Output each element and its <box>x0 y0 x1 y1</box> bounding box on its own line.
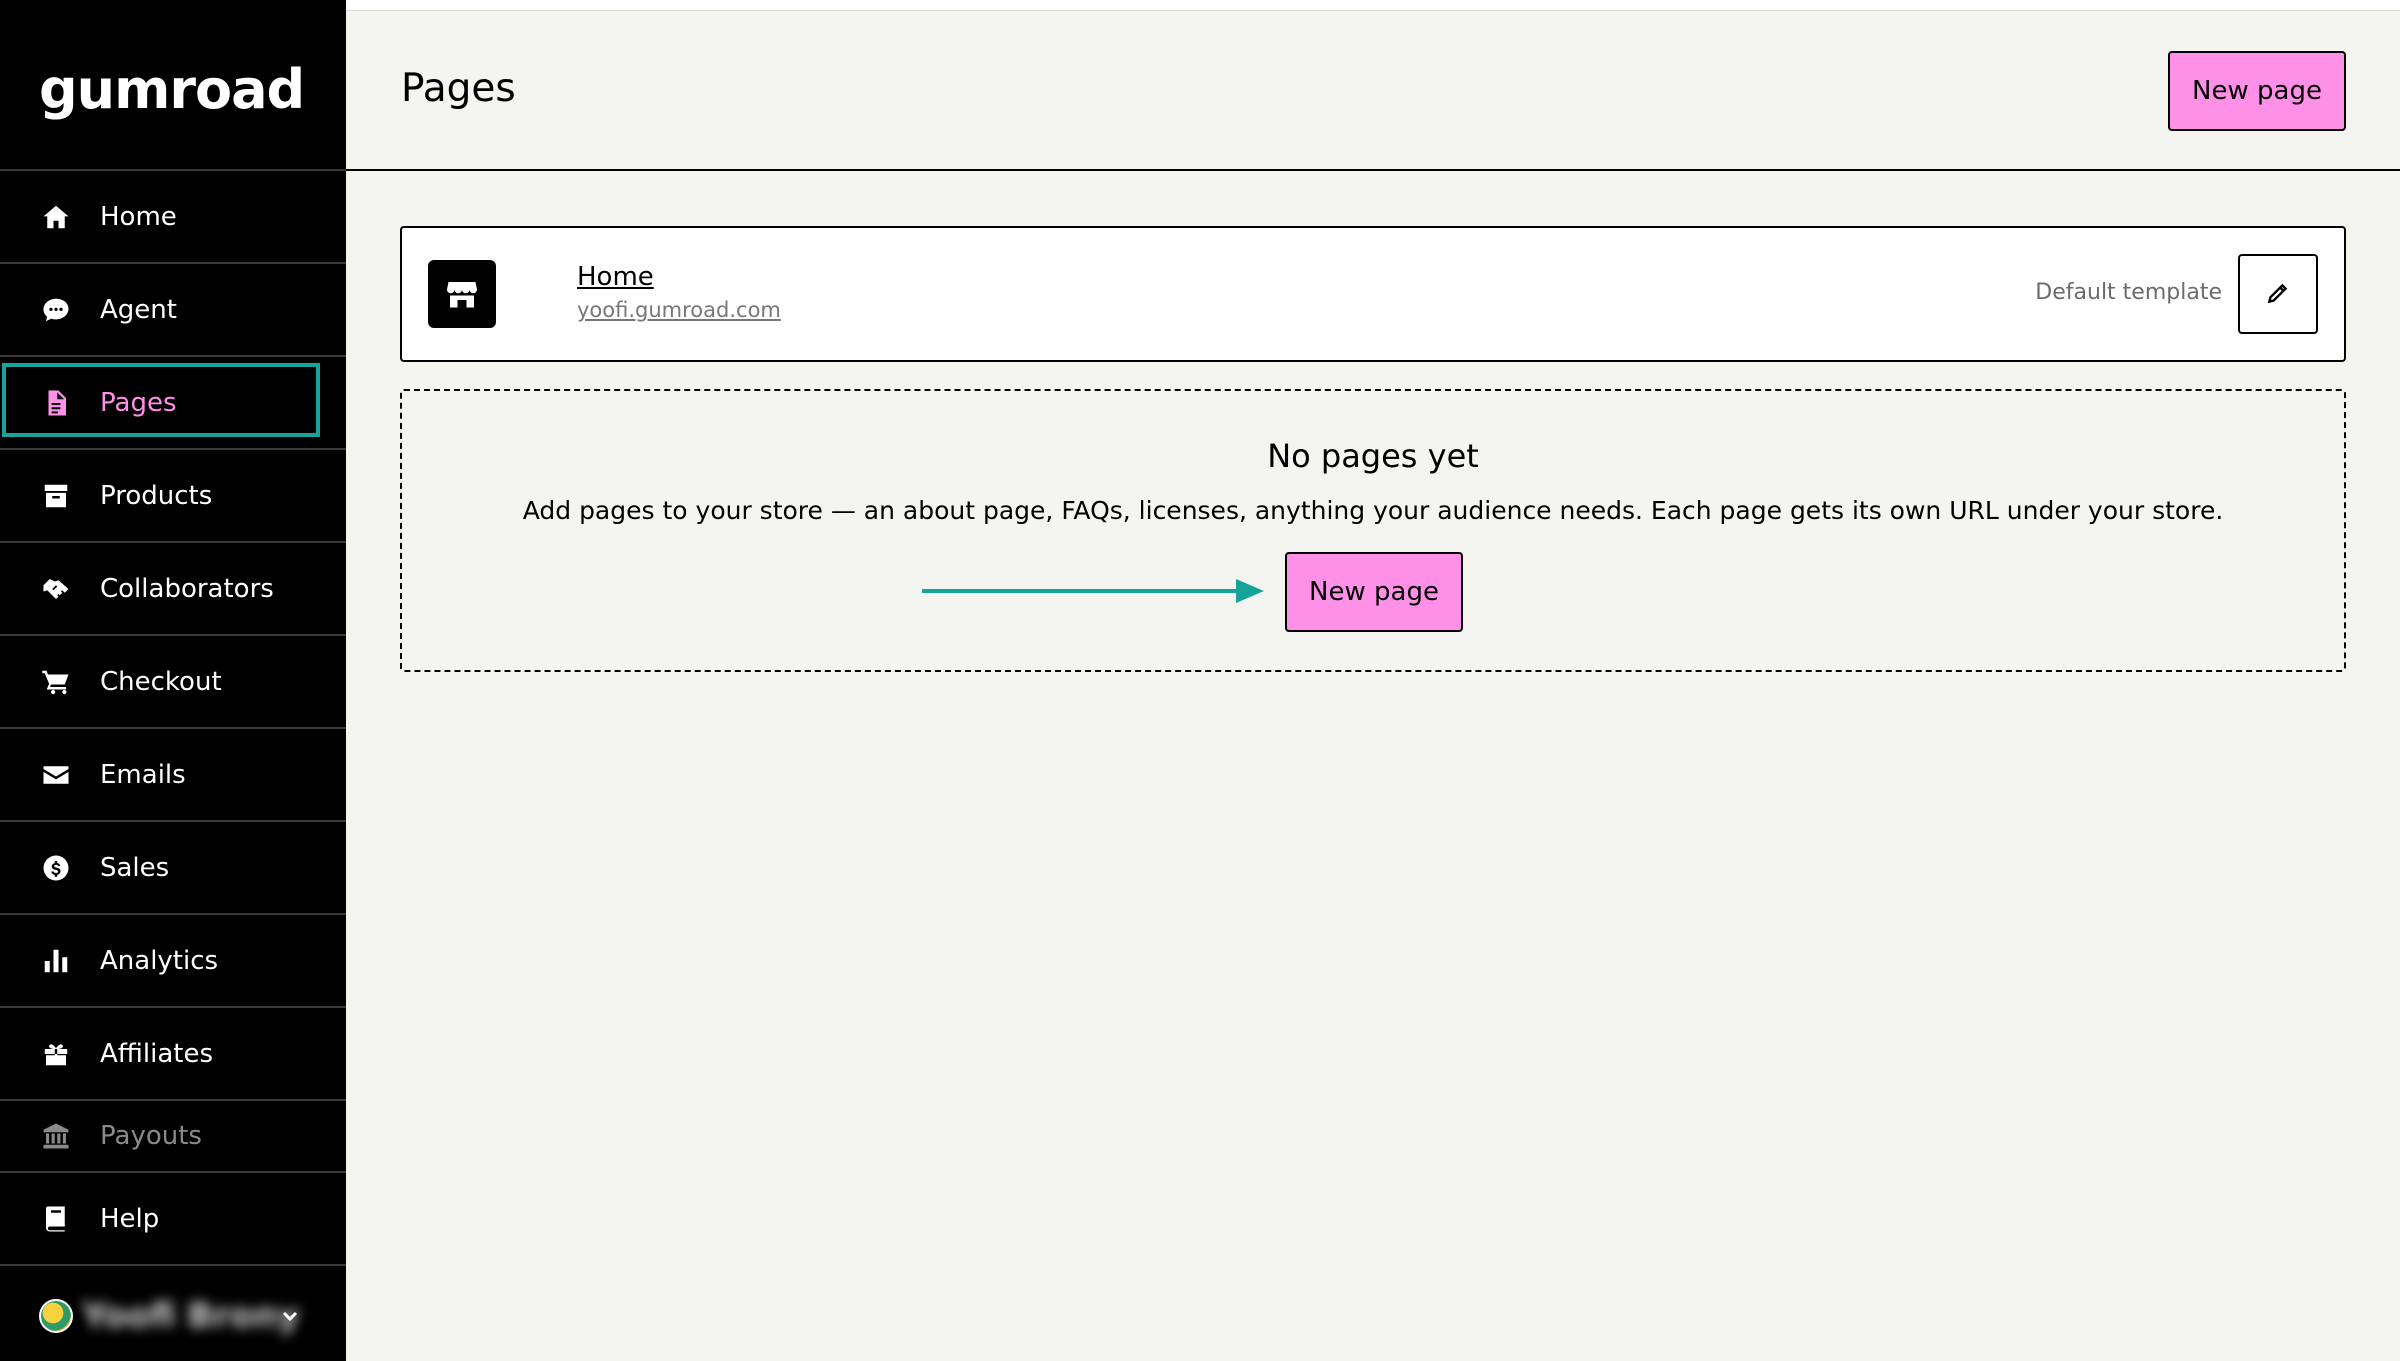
empty-state-title: No pages yet <box>1267 437 1479 475</box>
sidebar-item-emails[interactable]: Emails <box>0 729 346 822</box>
sidebar-item-agent[interactable]: Agent <box>0 264 346 357</box>
sidebar-item-label: Sales <box>100 852 170 883</box>
empty-state-text: Add pages to your store — an about page,… <box>522 496 2224 525</box>
sidebar-item-label: Emails <box>100 759 186 790</box>
sidebar-item-products[interactable]: Products <box>0 450 346 543</box>
page-url-link[interactable]: yoofi.gumroad.com <box>577 298 781 322</box>
sidebar-item-sales[interactable]: Sales <box>0 822 346 915</box>
page-title-link[interactable]: Home <box>577 262 654 292</box>
avatar <box>39 1299 73 1333</box>
chat-bubble-icon <box>40 294 72 326</box>
page-card-home: Home yoofi.gumroad.com Default template <box>400 226 2346 362</box>
page-header: Pages New page <box>346 10 2400 171</box>
sidebar-item-label: Home <box>100 201 177 232</box>
sidebar-item-analytics[interactable]: Analytics <box>0 915 346 1008</box>
sidebar-item-pages[interactable]: Pages <box>0 357 346 450</box>
handshake-icon <box>40 573 72 605</box>
envelope-icon <box>40 759 72 791</box>
dollar-circle-icon <box>40 852 72 884</box>
sidebar-item-label: Help <box>100 1203 160 1234</box>
sidebar-item-label: Pages <box>100 387 177 418</box>
chevron-down-icon <box>280 1306 300 1326</box>
sidebar-item-payouts[interactable]: Payouts <box>0 1101 346 1173</box>
arrow-right-icon <box>922 579 1264 603</box>
sidebar-item-label: Collaborators <box>100 573 274 604</box>
sidebar-item-label: Payouts <box>100 1121 202 1151</box>
book-icon <box>40 1203 72 1235</box>
bar-chart-icon <box>40 945 72 977</box>
gumroad-logo[interactable]: Gumroad <box>0 10 346 171</box>
sidebar-item-label: Analytics <box>100 945 219 976</box>
sidebar: Gumroad Home Agent Pages Products Collab… <box>0 10 346 1361</box>
cart-icon <box>40 666 72 698</box>
sidebar-item-help[interactable]: Help <box>0 1173 346 1266</box>
document-icon <box>40 387 72 419</box>
sidebar-item-affiliates[interactable]: Affiliates <box>0 1008 346 1101</box>
pencil-icon <box>2265 280 2291 309</box>
edit-page-button[interactable] <box>2238 254 2318 334</box>
home-icon <box>40 201 72 233</box>
sidebar-item-label: Affiliates <box>100 1038 214 1069</box>
sidebar-item-checkout[interactable]: Checkout <box>0 636 346 729</box>
sidebar-item-home[interactable]: Home <box>0 171 346 264</box>
account-name: Yoofi Brony <box>82 1296 300 1336</box>
page-title: Pages <box>401 66 516 111</box>
account-menu[interactable]: Yoofi Brony <box>0 1271 346 1361</box>
sidebar-item-label: Products <box>100 480 213 511</box>
sidebar-item-collaborators[interactable]: Collaborators <box>0 543 346 636</box>
main-content: Pages New page Home yoofi.gumroad.com De… <box>346 10 2400 1361</box>
template-label: Default template <box>2035 280 2222 305</box>
new-page-button-header[interactable]: New page <box>2168 51 2346 131</box>
storefront-icon <box>428 260 496 328</box>
gift-icon <box>40 1038 72 1070</box>
bank-icon <box>40 1120 72 1152</box>
sidebar-item-label: Agent <box>100 294 177 325</box>
sidebar-item-label: Checkout <box>100 666 222 697</box>
empty-state: No pages yet Add pages to your store — a… <box>400 389 2346 672</box>
archive-box-icon <box>40 480 72 512</box>
new-page-button[interactable]: New page <box>1285 552 1463 632</box>
